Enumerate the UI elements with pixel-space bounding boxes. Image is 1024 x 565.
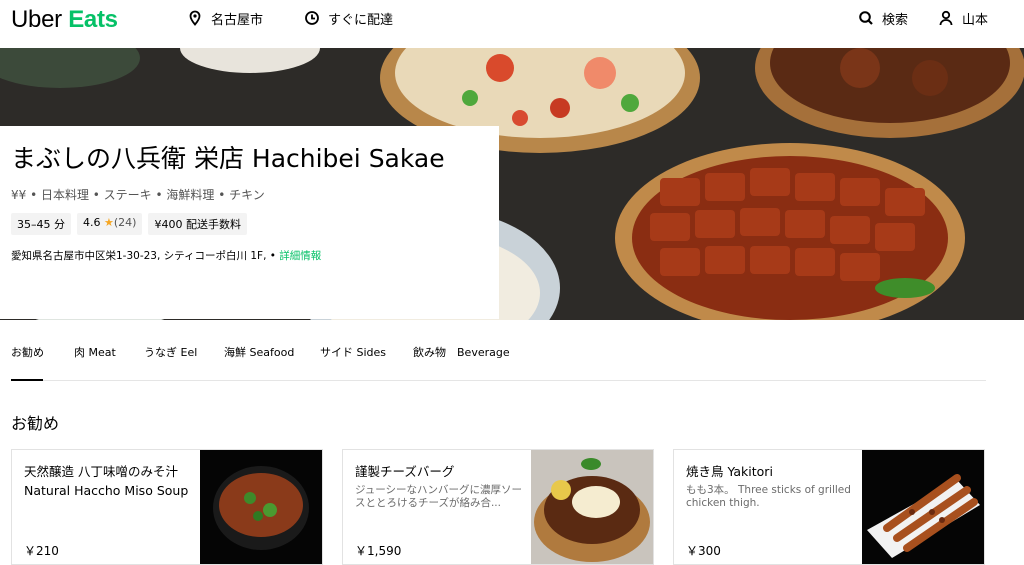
search-button[interactable]: 検索 <box>858 9 909 28</box>
item-name: 焼き鳥 Yakitori <box>686 464 773 479</box>
store-address-line: 愛知県名古屋市中区栄1-30-23, シティコーポ白川 1F, • 詳細情報 <box>11 248 488 263</box>
star-icon: ★ <box>104 216 114 229</box>
search-label: 検索 <box>882 12 909 28</box>
user-name: 山本 <box>962 12 989 28</box>
tab-sides[interactable]: サイド Sides <box>320 344 386 360</box>
account-button[interactable]: 山本 <box>938 9 989 28</box>
store-info-card: まぶしの八兵衛 栄店 Hachibei Sakae ¥¥ • 日本料理 • ステ… <box>0 126 499 319</box>
delivery-fee-badge: ¥400 配送手数料 <box>148 213 247 235</box>
user-icon <box>939 10 953 26</box>
tab-meat[interactable]: 肉 Meat <box>74 344 116 360</box>
item-description: もも3本。 Three sticks of grilled chicken th… <box>686 484 851 509</box>
eta-badge: 35–45 分 <box>11 213 71 235</box>
menu-item-card[interactable]: 謹製チーズバーグ ジューシーなハンバーグに濃厚ソースととろけるチーズが絡み合..… <box>342 449 654 565</box>
tab-seafood[interactable]: 海鮮 Seafood <box>224 344 294 360</box>
tab-beverage[interactable]: 飲み物 Beverage <box>413 344 510 360</box>
item-name: 謹製チーズバーグ <box>355 464 455 479</box>
active-tab-indicator <box>11 379 43 381</box>
search-icon <box>859 11 873 25</box>
details-link[interactable]: 詳細情報 <box>279 250 321 262</box>
yakitori-image <box>862 450 984 564</box>
miso-soup-image <box>200 450 322 564</box>
cheese-hamburg-image <box>531 450 653 564</box>
store-info-chips: 35–45 分 4.6 ★(24) ¥400 配送手数料 <box>11 213 488 235</box>
location-label: 名古屋市 <box>211 12 264 28</box>
delivery-time-label: すぐに配達 <box>328 12 394 28</box>
store-title: まぶしの八兵衛 栄店 Hachibei Sakae <box>11 144 445 173</box>
menu-item-card[interactable]: 天然醸造 八丁味噌のみそ汁 Natural Haccho Miso Soup ￥… <box>11 449 323 565</box>
store-categories: ¥¥ • 日本料理 • ステーキ • 海鮮料理 • チキン <box>11 188 265 202</box>
rating-count: (24) <box>113 216 137 229</box>
top-navigation-bar: Uber Eats 名古屋市 すぐに配達 検索 山本 <box>0 0 1024 48</box>
rating-badge: 4.6 ★(24) <box>77 213 143 235</box>
item-description: ジューシーなハンバーグに濃厚ソースととろけるチーズが絡み合... <box>355 484 523 509</box>
item-price: ￥1,590 <box>355 544 402 558</box>
menu-category-tabs: お勧め 肉 Meat うなぎ Eel 海鮮 Seafood サイド Sides … <box>11 336 986 381</box>
uber-eats-logo[interactable]: Uber Eats <box>11 6 118 34</box>
location-selector[interactable]: 名古屋市 <box>187 9 264 28</box>
clock-icon <box>305 11 319 25</box>
menu-item-card[interactable]: 焼き鳥 Yakitori もも3本。 Three sticks of grill… <box>673 449 985 565</box>
location-pin-icon <box>189 10 201 26</box>
tab-eel[interactable]: うなぎ Eel <box>144 344 197 360</box>
section-title: お勧め <box>11 414 60 433</box>
tab-recommended[interactable]: お勧め <box>11 344 44 360</box>
rating-value: 4.6 <box>83 216 101 229</box>
store-hero-banner: まぶしの八兵衛 栄店 Hachibei Sakae ¥¥ • 日本料理 • ステ… <box>0 48 1024 320</box>
store-address: 愛知県名古屋市中区栄1-30-23, シティコーポ白川 1F, • <box>11 250 280 262</box>
item-name: 天然醸造 八丁味噌のみそ汁 Natural Haccho Miso Soup <box>24 464 189 498</box>
item-price: ￥210 <box>24 544 59 558</box>
delivery-time-selector[interactable]: すぐに配達 <box>304 9 394 28</box>
item-price: ￥300 <box>686 544 721 558</box>
